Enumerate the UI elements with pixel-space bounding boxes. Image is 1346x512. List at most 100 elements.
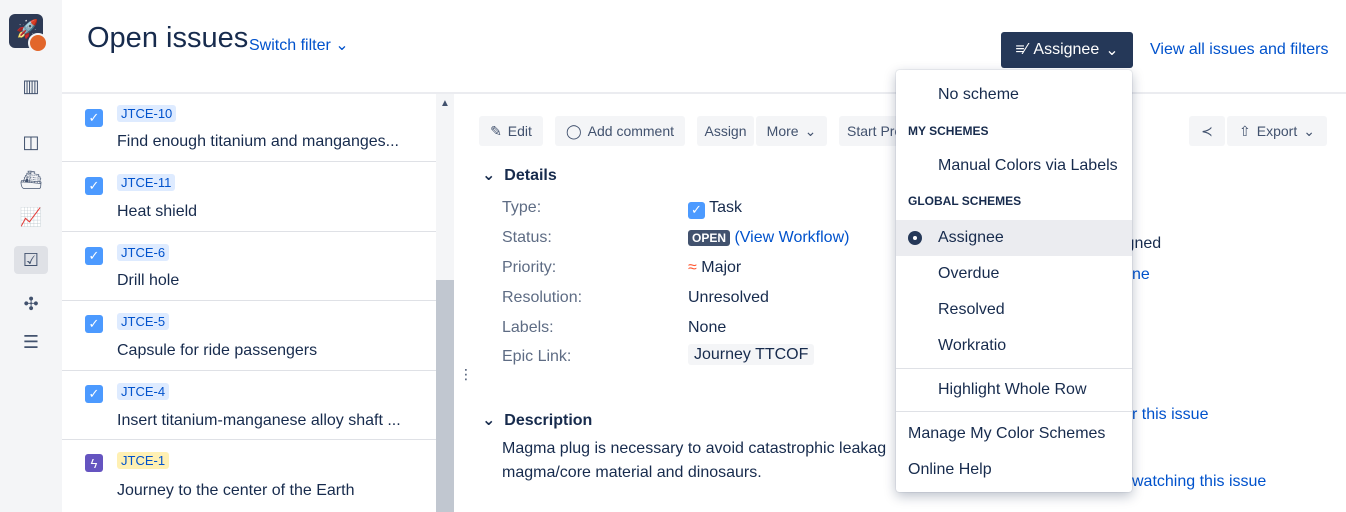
- vote-link-partial[interactable]: r this issue: [1132, 406, 1208, 424]
- view-all-issues-link[interactable]: View all issues and filters: [1150, 41, 1328, 59]
- issue-key[interactable]: JTCE-11: [117, 174, 176, 191]
- priority-value-text: Major: [701, 259, 742, 276]
- epic-link-value[interactable]: Journey TTCOF: [688, 344, 815, 365]
- share-button[interactable]: ≺: [1189, 116, 1225, 146]
- add-comment-button[interactable]: ◯ Add comment: [555, 116, 685, 146]
- puzzle-icon[interactable]: ✣: [14, 290, 48, 318]
- menu-item-workratio[interactable]: Workratio: [896, 328, 1132, 364]
- comment-icon: ◯: [565, 122, 582, 139]
- task-icon: ✓: [85, 315, 103, 333]
- task-icon: ✓: [85, 247, 103, 265]
- checklist-icon[interactable]: ☰: [14, 328, 48, 356]
- details-section-toggle[interactable]: ⌄ Details: [482, 165, 557, 185]
- add-comment-label: Add comment: [587, 123, 675, 139]
- edit-button[interactable]: ✎ Edit: [479, 116, 543, 146]
- task-icon: ✓: [85, 385, 103, 403]
- global-schemes-heading: GLOBAL SCHEMES: [908, 194, 1022, 208]
- more-label: More: [766, 123, 799, 139]
- switch-filter-link[interactable]: Switch filter ⌄: [249, 35, 349, 55]
- app-logo-icon[interactable]: 🚀: [9, 14, 48, 53]
- export-icon: ⇧: [1239, 122, 1251, 139]
- menu-item-highlight-row[interactable]: Highlight Whole Row: [896, 372, 1132, 408]
- assignee-scheme-button[interactable]: ≡⁄ Assignee ⌄: [1001, 32, 1133, 68]
- color-scheme-icon: ≡⁄: [1015, 41, 1028, 58]
- page-title: Open issues: [87, 22, 249, 54]
- type-label: Type:: [502, 199, 542, 216]
- type-value: ✓ Task: [688, 199, 742, 219]
- issue-summary: Insert titanium-manganese alloy shaft ..…: [117, 412, 401, 429]
- assign-label: Assign: [704, 123, 747, 139]
- priority-value: ≈ Major: [688, 259, 741, 277]
- assignee-button-label: Assignee: [1033, 41, 1100, 58]
- issue-key[interactable]: JTCE-1: [117, 452, 170, 469]
- labels-label: Labels:: [502, 319, 554, 336]
- epic-link-label: Epic Link:: [502, 348, 572, 365]
- columns-icon[interactable]: ◫: [14, 128, 48, 156]
- menu-item-manual-colors[interactable]: Manual Colors via Labels: [896, 148, 1132, 184]
- issue-list: ✓ JTCE-10 Find enough titanium and manga…: [62, 94, 436, 512]
- epic-link-pill[interactable]: Journey TTCOF: [688, 344, 815, 365]
- scrollbar-thumb[interactable]: [436, 280, 454, 512]
- issue-key[interactable]: JTCE-10: [117, 105, 177, 122]
- task-icon: ✓: [85, 109, 103, 127]
- radio-selected-icon: [908, 231, 922, 245]
- list-item[interactable]: ✓ JTCE-5 Capsule for ride passengers: [62, 301, 436, 371]
- description-section-toggle[interactable]: ⌄ Description: [482, 410, 592, 430]
- more-button[interactable]: More ⌄: [756, 116, 827, 146]
- issue-key[interactable]: JTCE-6: [117, 244, 170, 261]
- resize-handle-icon[interactable]: ⋮: [459, 366, 473, 383]
- switch-filter-label: Switch filter: [249, 37, 331, 54]
- priority-label: Priority:: [502, 259, 557, 276]
- menu-item-no-scheme[interactable]: No scheme: [896, 77, 1132, 113]
- issues-icon[interactable]: ☑: [14, 246, 48, 274]
- export-button[interactable]: ⇧ Export ⌄: [1227, 116, 1327, 146]
- issue-summary: Journey to the center of the Earth: [117, 482, 355, 499]
- view-workflow-link[interactable]: (View Workflow): [734, 229, 849, 246]
- task-icon: ✓: [85, 177, 103, 195]
- chevron-down-icon: ⌄: [1303, 122, 1315, 139]
- list-item[interactable]: ✓ JTCE-4 Insert titanium-manganese alloy…: [62, 371, 436, 440]
- export-label: Export: [1256, 123, 1298, 139]
- description-heading: Description: [504, 412, 593, 429]
- labels-value: None: [688, 319, 727, 336]
- status-label: Status:: [502, 229, 552, 246]
- chevron-down-icon: ⌄: [1105, 42, 1119, 59]
- my-schemes-heading: MY SCHEMES: [908, 124, 989, 138]
- menu-item-assignee-label: Assignee: [938, 229, 1004, 246]
- menu-item-online-help[interactable]: Online Help: [896, 452, 1132, 488]
- edit-label: Edit: [507, 123, 532, 139]
- issue-summary: Capsule for ride passengers: [117, 342, 318, 359]
- status-value: OPEN (View Workflow): [688, 229, 849, 247]
- scroll-up-icon[interactable]: ▲: [440, 98, 450, 109]
- issue-key[interactable]: JTCE-4: [117, 383, 170, 400]
- menu-item-resolved[interactable]: Resolved: [896, 292, 1132, 328]
- list-item[interactable]: ✓ JTCE-11 Heat shield: [62, 162, 436, 232]
- assign-button[interactable]: Assign: [697, 116, 754, 146]
- share-icon: ≺: [1201, 122, 1213, 139]
- list-item[interactable]: ϟ JTCE-1 Journey to the center of the Ea…: [62, 440, 436, 512]
- menu-separator: [896, 368, 1132, 369]
- menu-item-manage-schemes[interactable]: Manage My Color Schemes: [896, 416, 1132, 452]
- issue-summary: Heat shield: [117, 203, 198, 220]
- menu-item-assignee[interactable]: Assignee: [896, 220, 1132, 256]
- chart-icon[interactable]: 📈: [14, 203, 48, 231]
- chevron-down-icon: ⌄: [804, 122, 817, 139]
- color-scheme-dropdown: No scheme MY SCHEMES Manual Colors via L…: [896, 70, 1132, 492]
- start-progress-label: Start Pro: [847, 123, 899, 139]
- assign-to-me-link-partial[interactable]: ne: [1132, 266, 1150, 284]
- start-progress-button[interactable]: Start Pro: [839, 116, 899, 146]
- description-line-1: Magma plug is necessary to avoid catastr…: [502, 440, 887, 457]
- status-badge: OPEN: [688, 230, 731, 246]
- issue-summary: Drill hole: [117, 272, 180, 289]
- menu-item-overdue[interactable]: Overdue: [896, 256, 1132, 292]
- description-line-2: magma/core material and dinosaurs.: [502, 464, 762, 481]
- board-icon[interactable]: ▥: [14, 72, 48, 100]
- list-item[interactable]: ✓ JTCE-6 Drill hole: [62, 232, 436, 301]
- watch-link-partial[interactable]: watching this issue: [1132, 473, 1266, 491]
- pencil-icon: ✎: [490, 122, 502, 139]
- issue-key[interactable]: JTCE-5: [117, 313, 170, 330]
- ship-icon[interactable]: ⛴: [14, 166, 48, 194]
- menu-separator: [896, 411, 1132, 412]
- issue-summary: Find enough titanium and manganges...: [117, 133, 399, 150]
- list-item[interactable]: ✓ JTCE-10 Find enough titanium and manga…: [62, 94, 436, 162]
